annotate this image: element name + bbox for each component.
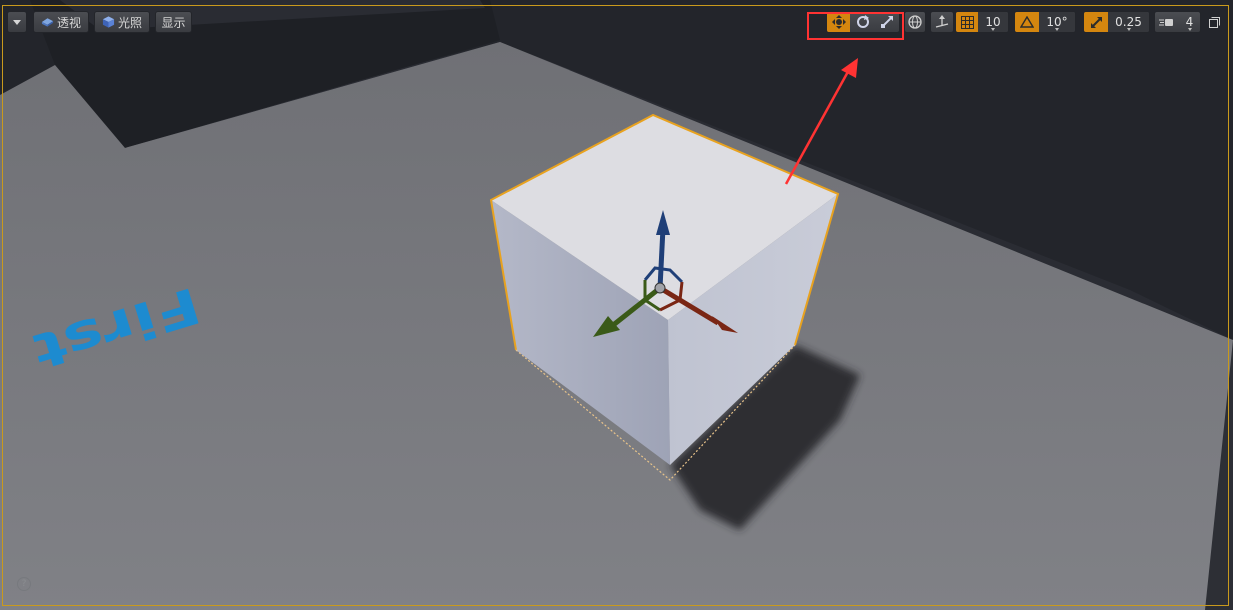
maximize-icon: [1208, 16, 1220, 28]
lighting-label: 光照: [117, 15, 142, 30]
lit-cube-icon: [102, 16, 115, 28]
perspective-button[interactable]: 透视: [33, 11, 89, 33]
scale-snap-group: 0.25: [1083, 11, 1150, 33]
viewport-options-button[interactable]: [7, 11, 27, 33]
maximize-viewport-button[interactable]: [1206, 11, 1222, 33]
chevron-down-icon: [13, 19, 21, 25]
chevron-down-icon: [1187, 28, 1192, 31]
rotation-snap-value-dropdown[interactable]: 10°: [1039, 12, 1075, 32]
scale-snap-toggle[interactable]: [1084, 12, 1108, 32]
rotation-snap-value: 10°: [1046, 15, 1068, 29]
grid-snap-value: 10: [985, 15, 1001, 29]
chevron-down-icon: [991, 28, 995, 31]
camera-speed-button[interactable]: [1155, 12, 1179, 32]
help-icon[interactable]: ?: [17, 577, 31, 591]
level-viewport[interactable]: First 透视 光照 显示 10 10° 0.25 4 ?: [0, 0, 1233, 610]
angle-icon: [1020, 16, 1034, 28]
lighting-button[interactable]: 光照: [94, 11, 150, 33]
globe-icon: [908, 15, 922, 29]
surface-snapping-button[interactable]: [930, 11, 954, 33]
rotation-snap-toggle[interactable]: [1015, 12, 1039, 32]
show-label: 显示: [161, 15, 186, 30]
rotation-snap-group: 10°: [1014, 11, 1076, 33]
perspective-label: 透视: [56, 15, 81, 30]
grid-snap-group: 10: [955, 11, 1009, 33]
scene-render: First: [0, 0, 1233, 610]
viewport-options-toolbar: 透视 光照 显示: [7, 11, 192, 33]
camera-speed-dropdown[interactable]: 4: [1179, 12, 1200, 32]
grid-snap-toggle[interactable]: [956, 12, 978, 32]
chevron-down-icon: [1126, 28, 1131, 31]
grid-snap-value-dropdown[interactable]: 10: [978, 12, 1008, 32]
grid-icon: [960, 15, 974, 29]
perspective-icon: [41, 18, 54, 27]
camera-speed-group: 4: [1154, 11, 1201, 33]
scale-snap-value: 0.25: [1115, 15, 1142, 29]
chevron-down-icon: [1055, 28, 1059, 31]
surface-snap-icon: [935, 15, 949, 28]
show-button[interactable]: 显示: [155, 11, 192, 33]
scale-snap-icon: [1090, 16, 1102, 28]
world-local-toggle[interactable]: [904, 11, 926, 33]
scale-snap-value-dropdown[interactable]: 0.25: [1108, 12, 1149, 32]
annotation-highlight-box: [807, 12, 904, 40]
camera-speed-icon: [1159, 19, 1173, 26]
camera-speed-value: 4: [1185, 15, 1194, 29]
